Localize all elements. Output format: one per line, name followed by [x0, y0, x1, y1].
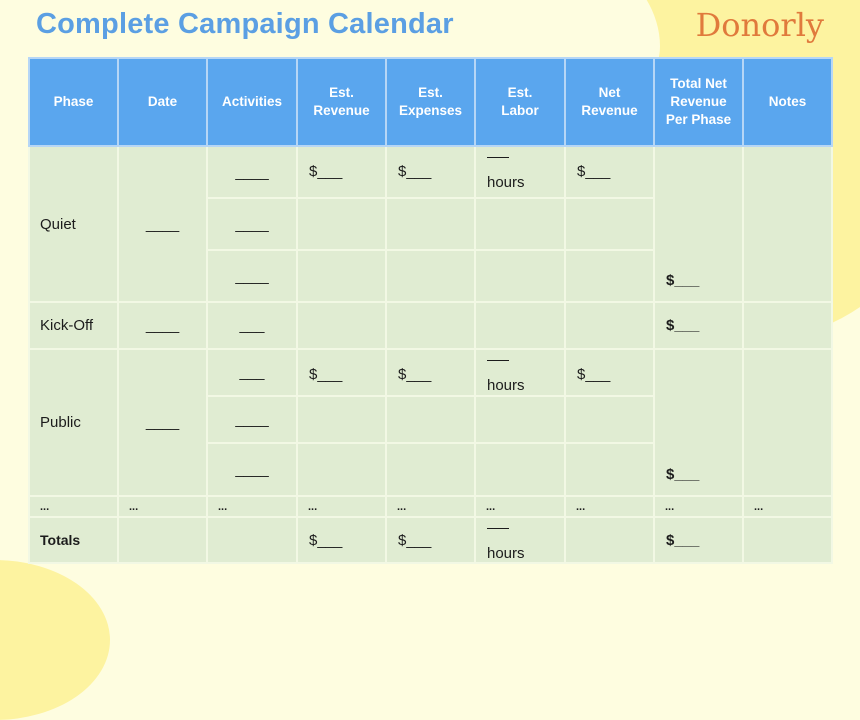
- net-revenue-cell[interactable]: [564, 249, 655, 303]
- ellipsis-cell: ...: [564, 495, 655, 518]
- net-revenue-cell[interactable]: [564, 197, 655, 251]
- column-header-est-expenses: Est. Expenses: [385, 57, 476, 147]
- net-revenue-cell[interactable]: $___: [564, 348, 655, 397]
- date-cell[interactable]: ____: [117, 145, 208, 303]
- grand-total-net-cell[interactable]: $___: [653, 516, 744, 564]
- net-revenue-cell: [564, 516, 655, 564]
- est-revenue-cell[interactable]: $___: [296, 145, 387, 199]
- notes-cell[interactable]: [742, 348, 833, 497]
- activity-cell[interactable]: ____: [206, 145, 298, 199]
- est-expenses-cell[interactable]: $___: [385, 145, 476, 199]
- est-revenue-cell[interactable]: [296, 301, 387, 350]
- activity-cell[interactable]: ____: [206, 395, 298, 444]
- hours-label: hours: [487, 545, 525, 562]
- notes-cell[interactable]: [742, 301, 833, 350]
- est-expenses-cell[interactable]: [385, 197, 476, 251]
- ellipsis-cell: ...: [474, 495, 566, 518]
- table-row: Quiet ____ ____ $___ $___ hours $___ $__…: [28, 145, 833, 303]
- activity-cell[interactable]: ____: [206, 197, 298, 251]
- table-row: Kick-Off ____ ___ $___: [28, 301, 833, 350]
- total-net-cell[interactable]: $___: [653, 145, 744, 303]
- ellipsis-cell: ...: [206, 495, 298, 518]
- activity-cell: [206, 516, 298, 564]
- activity-cell[interactable]: ____: [206, 442, 298, 497]
- est-expenses-cell[interactable]: [385, 249, 476, 303]
- est-revenue-cell[interactable]: $___: [296, 348, 387, 397]
- blank-line: [487, 157, 509, 158]
- activity-cell[interactable]: ___: [206, 348, 298, 397]
- total-est-labor-cell[interactable]: hours: [474, 516, 566, 564]
- net-revenue-cell[interactable]: [564, 301, 655, 350]
- brand-logo: Donorly: [695, 6, 824, 44]
- est-revenue-cell[interactable]: [296, 249, 387, 303]
- page-title: Complete Campaign Calendar: [36, 8, 454, 40]
- est-labor-cell[interactable]: [474, 395, 566, 444]
- net-revenue-cell[interactable]: $___: [564, 145, 655, 199]
- ellipsis-cell: ...: [385, 495, 476, 518]
- totals-row: Totals $___ $___ hours $___: [28, 516, 833, 564]
- column-header-activities: Activities: [206, 57, 298, 147]
- total-net-cell[interactable]: $___: [653, 301, 744, 350]
- column-header-est-labor: Est. Labor: [474, 57, 566, 147]
- notes-cell[interactable]: [742, 145, 833, 303]
- blank-line: [487, 360, 509, 361]
- ellipsis-row: ... ... ... ... ... ... ... ... ...: [28, 495, 833, 518]
- hours-label: hours: [487, 377, 525, 394]
- notes-cell[interactable]: [742, 516, 833, 564]
- est-expenses-cell[interactable]: [385, 301, 476, 350]
- phase-cell-public[interactable]: Public: [28, 348, 119, 497]
- ellipsis-cell: ...: [653, 495, 744, 518]
- est-labor-cell[interactable]: [474, 249, 566, 303]
- est-revenue-cell[interactable]: [296, 442, 387, 497]
- ellipsis-cell: ...: [742, 495, 833, 518]
- activity-cell[interactable]: ___: [206, 301, 298, 350]
- net-revenue-cell[interactable]: [564, 442, 655, 497]
- date-cell[interactable]: ____: [117, 301, 208, 350]
- est-revenue-cell[interactable]: [296, 197, 387, 251]
- column-header-phase: Phase: [28, 57, 119, 147]
- table-row: Public ____ ___ $___ $___ hours $___ $__…: [28, 348, 833, 497]
- est-expenses-cell[interactable]: $___: [385, 348, 476, 397]
- est-labor-cell[interactable]: hours: [474, 348, 566, 397]
- est-expenses-cell[interactable]: [385, 442, 476, 497]
- campaign-calendar-table: Phase Date Activities Est. Revenue Est. …: [28, 57, 833, 564]
- est-labor-cell[interactable]: [474, 442, 566, 497]
- blank-line: [487, 528, 509, 529]
- est-expenses-cell[interactable]: [385, 395, 476, 444]
- est-labor-cell[interactable]: hours: [474, 145, 566, 199]
- ellipsis-cell: ...: [28, 495, 119, 518]
- decorative-blob-bottom-left: [0, 560, 110, 720]
- column-header-net-revenue: Net Revenue: [564, 57, 655, 147]
- table-header-row: Phase Date Activities Est. Revenue Est. …: [28, 57, 833, 147]
- column-header-date: Date: [117, 57, 208, 147]
- date-cell: [117, 516, 208, 564]
- hours-label: hours: [487, 174, 525, 191]
- est-labor-cell[interactable]: [474, 197, 566, 251]
- total-est-expenses-cell[interactable]: $___: [385, 516, 476, 564]
- totals-label: Totals: [28, 516, 119, 564]
- column-header-notes: Notes: [742, 57, 833, 147]
- est-labor-cell[interactable]: [474, 301, 566, 350]
- phase-cell-quiet[interactable]: Quiet: [28, 145, 119, 303]
- total-est-revenue-cell[interactable]: $___: [296, 516, 387, 564]
- date-cell[interactable]: ____: [117, 348, 208, 497]
- net-revenue-cell[interactable]: [564, 395, 655, 444]
- activity-cell[interactable]: ____: [206, 249, 298, 303]
- est-revenue-cell[interactable]: [296, 395, 387, 444]
- ellipsis-cell: ...: [296, 495, 387, 518]
- ellipsis-cell: ...: [117, 495, 208, 518]
- phase-cell-kickoff[interactable]: Kick-Off: [28, 301, 119, 350]
- column-header-est-revenue: Est. Revenue: [296, 57, 387, 147]
- total-net-cell[interactable]: $___: [653, 348, 744, 497]
- column-header-total-net-revenue: Total Net Revenue Per Phase: [653, 57, 744, 147]
